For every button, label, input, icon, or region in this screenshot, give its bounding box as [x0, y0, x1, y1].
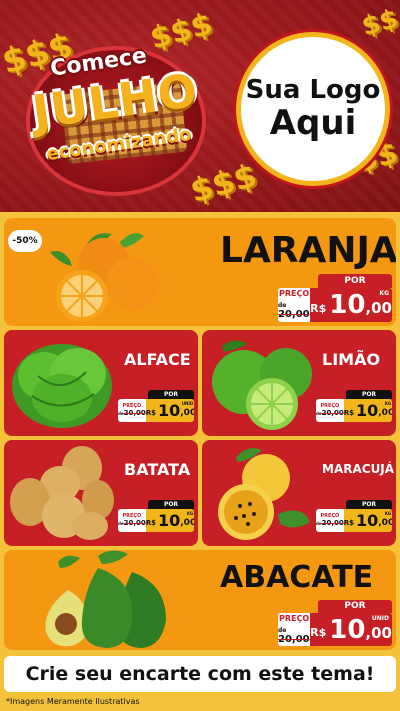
- price-unit: KG: [186, 511, 194, 516]
- old-prefix: de: [278, 626, 287, 634]
- lettuce-icon: [12, 344, 112, 428]
- price-integer: 10: [356, 401, 379, 420]
- old-price-value: 20,00: [278, 309, 310, 320]
- product-card-limao: LIMÃO POR PREÇO de20,00 R$ 10 ,00 KG: [202, 330, 396, 436]
- product-card-abacate: ABACATE POR PREÇO de 20,00 R$ 10 ,00 UNI…: [4, 550, 396, 650]
- new-price: R$ 10 ,00 UNID: [145, 399, 194, 422]
- potato-icon: [10, 446, 114, 540]
- price-por-label: POR: [346, 390, 392, 399]
- price-integer: 10: [329, 290, 366, 320]
- price-unit: KG: [384, 401, 392, 406]
- price-tag: POR PREÇO de20,00 R$ 10 ,00 UNID: [118, 390, 194, 422]
- price-por-label: POR: [148, 500, 194, 509]
- product-card-batata: BATATA POR PREÇO de20,00 R$ 10 ,00 KG: [4, 440, 198, 546]
- new-price: R$ 10 ,00 KG: [343, 399, 392, 422]
- discount-badge: -50%: [8, 230, 42, 252]
- price-cents: ,00: [365, 299, 392, 317]
- old-price: PREÇO de 20,00: [278, 288, 311, 322]
- old-price-value: 20,00: [321, 519, 344, 527]
- new-price: R$ 10 ,00 KG: [145, 509, 194, 532]
- price-por-label: POR: [318, 274, 392, 288]
- product-name: ABACATE: [220, 560, 374, 595]
- price-tag: POR PREÇO de20,00 R$ 10 ,00 KG: [316, 500, 392, 532]
- price-integer: 10: [158, 511, 181, 530]
- price-integer: 10: [329, 614, 366, 645]
- price-por-label: POR: [148, 390, 194, 399]
- currency: R$: [343, 518, 354, 527]
- cta-banner: Crie seu encarte com este tema!: [4, 656, 396, 692]
- campaign-badge: Comece JULHO economizando: [18, 36, 226, 196]
- header-banner: $$$ $$$ $$ $$$ $$ Comece JULHO economiza…: [0, 0, 400, 212]
- price-unit: KG: [379, 290, 389, 297]
- price-label: PREÇO: [278, 613, 310, 623]
- currency: R$: [310, 301, 327, 315]
- price-cents: ,00: [378, 407, 392, 418]
- price-por-label: POR: [318, 600, 392, 613]
- price-label: PREÇO: [278, 289, 310, 298]
- old-price: PREÇO de 20,00: [278, 613, 311, 646]
- currency: R$: [145, 518, 156, 527]
- old-price: PREÇO de20,00: [118, 509, 146, 532]
- product-name: ALFACE: [124, 350, 191, 369]
- currency: R$: [310, 626, 327, 639]
- price-cents: ,00: [180, 407, 194, 418]
- price-unit: KG: [384, 511, 392, 516]
- price-cents: ,00: [180, 517, 194, 528]
- new-price: R$ 10 ,00 UNID: [310, 613, 392, 646]
- old-price: PREÇO de20,00: [316, 399, 344, 422]
- product-name: LIMÃO: [322, 350, 381, 369]
- avocado-icon: [45, 550, 166, 648]
- price-unit: UNID: [181, 401, 194, 406]
- price-tag: POR PREÇO de 20,00 R$ 10 ,00 UNID: [278, 600, 392, 646]
- price-integer: 10: [356, 511, 379, 530]
- old-price-value: 20,00: [278, 633, 310, 645]
- old-price-value: 20,00: [123, 409, 146, 417]
- old-price: PREÇO de20,00: [316, 509, 344, 532]
- old-price: PREÇO de20,00: [118, 399, 146, 422]
- currency: R$: [343, 408, 354, 417]
- price-tag: POR PREÇO de 20,00 R$ 10 ,00 KG: [278, 274, 392, 322]
- price-por-label: POR: [346, 500, 392, 509]
- price-tag: POR PREÇO de20,00 R$ 10 ,00 KG: [118, 500, 194, 532]
- logo-placeholder: Sua Logo Aqui: [236, 32, 390, 186]
- product-card-laranja: LARANJA POR PREÇO de 20,00 R$ 10 ,00 KG: [4, 218, 396, 326]
- price-cents: ,00: [378, 517, 392, 528]
- orange-fruit-icon: [50, 233, 158, 322]
- price-unit: UNID: [371, 615, 389, 622]
- product-card-alface: ALFACE POR PREÇO de20,00 R$ 10 ,00 UNID: [4, 330, 198, 436]
- currency: R$: [145, 408, 156, 417]
- product-name: LARANJA: [220, 230, 396, 271]
- disclaimer-note: *Imagens Meramente Ilustrativas: [6, 697, 140, 706]
- passion-fruit-icon: [218, 448, 310, 540]
- product-name: MARACUJÁ: [322, 462, 395, 476]
- price-integer: 10: [158, 401, 181, 420]
- logo-line-1: Sua Logo: [245, 75, 381, 105]
- product-card-maracuja: MARACUJÁ POR PREÇO de20,00 R$ 10 ,00 KG: [202, 440, 396, 546]
- lime-icon: [212, 340, 312, 430]
- logo-line-2: Aqui: [269, 102, 357, 143]
- old-price-value: 20,00: [123, 519, 146, 527]
- new-price: R$ 10 ,00 KG: [310, 288, 392, 322]
- new-price: R$ 10 ,00 KG: [343, 509, 392, 532]
- product-name: BATATA: [124, 460, 191, 479]
- old-prefix: de: [278, 302, 287, 309]
- old-price-value: 20,00: [321, 409, 344, 417]
- price-cents: ,00: [365, 623, 392, 642]
- price-tag: POR PREÇO de20,00 R$ 10 ,00 KG: [316, 390, 392, 422]
